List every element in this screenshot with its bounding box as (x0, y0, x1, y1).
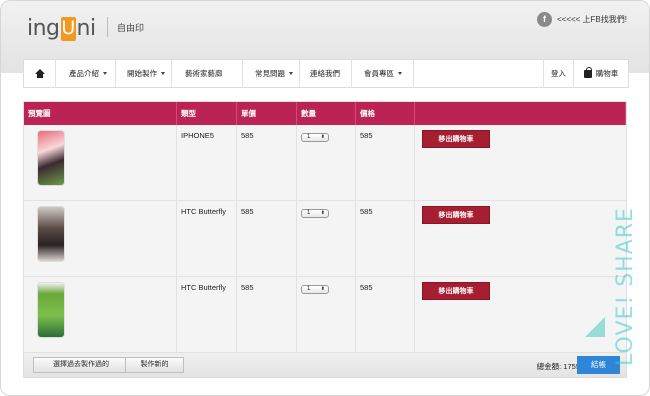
inguni-logo[interactable]: ing Uni (27, 13, 96, 41)
price-cell: 585 (356, 125, 415, 200)
facebook-link[interactable]: f <<<<< 上FB找我們! (536, 12, 627, 27)
cart-table-header: 預覽圖 類型 單價 數量 價格 (24, 102, 626, 125)
case-preview-image[interactable] (37, 282, 65, 338)
nav-login-label[interactable]: 登入 (551, 68, 566, 79)
nav-spacer (414, 59, 544, 88)
nav-products-label[interactable]: 產品介紹 (69, 68, 99, 79)
select-arrows-icon: ⬍ (320, 210, 325, 216)
make-new-button[interactable]: 製作新的 (125, 357, 184, 373)
nav-artist-gallery[interactable]: 藝術家藝廊 (172, 59, 243, 88)
nav-login[interactable]: 登入 (544, 59, 574, 88)
type-cell: HTC Butterfly (177, 201, 237, 276)
type-cell: HTC Butterfly (177, 277, 237, 352)
nav-faq[interactable]: 常見問題 (243, 59, 300, 88)
nav-home[interactable] (24, 59, 56, 88)
header-quantity: 數量 (297, 102, 356, 125)
chevron-down-icon (161, 72, 165, 75)
header-actions (415, 102, 626, 125)
quantity-value[interactable]: 1 (307, 286, 310, 292)
select-previous-button[interactable]: 選擇過去製作過的 (33, 357, 129, 373)
watermark-side-text: LOVE! SHARE (612, 196, 638, 376)
logo-divider (107, 17, 108, 37)
shopping-bag-icon (583, 66, 592, 78)
nav-faq-label[interactable]: 常見問題 (255, 68, 285, 79)
logo-ing: ing (27, 16, 60, 41)
nav-member-label[interactable]: 會員專區 (364, 68, 394, 79)
watermark-triangle (585, 317, 605, 337)
main-navbar: 產品介紹 開始製作 藝術家藝廊 常見問題 連絡我們 會員專區 登入 購物車 (23, 59, 629, 88)
chevron-down-icon (103, 72, 107, 75)
action-cell: 移出購物車 (415, 125, 626, 200)
action-cell: 移出購物車 (415, 277, 626, 352)
remove-from-cart-button[interactable]: 移出購物車 (422, 130, 490, 148)
header-preview: 預覽圖 (24, 102, 177, 125)
select-arrows-icon: ⬍ (320, 134, 325, 140)
logo-u: U (60, 17, 76, 41)
quantity-value[interactable]: 1 (307, 134, 310, 140)
unit-price-cell: 585 (237, 125, 297, 200)
table-row: HTC Butterfly 585 1 ⬍ 585 移出購物車 (24, 201, 626, 277)
nav-member[interactable]: 會員專區 (352, 59, 414, 88)
nav-start-making[interactable]: 開始製作 (116, 59, 172, 88)
preview-cell (24, 277, 177, 352)
price-cell: 585 (356, 201, 415, 276)
quantity-cell: 1 ⬍ (297, 201, 356, 276)
select-arrows-icon: ⬍ (320, 286, 325, 292)
unit-price-cell: 585 (237, 277, 297, 352)
cart-total: 總金額: 1755 (536, 362, 580, 371)
preview-cell (24, 125, 177, 200)
page-frame: ing Uni 自由印 f <<<<< 上FB找我們! 產品介紹 開始製作 藝術家… (0, 0, 650, 396)
table-row: HTC Butterfly 585 1 ⬍ 585 移出購物車 (24, 277, 626, 352)
remove-from-cart-button[interactable]: 移出購物車 (422, 282, 490, 300)
unit-price-cell: 585 (237, 201, 297, 276)
nav-cart-label[interactable]: 購物車 (596, 68, 619, 79)
nav-products[interactable]: 產品介紹 (56, 59, 116, 88)
quantity-value[interactable]: 1 (307, 210, 310, 216)
quantity-cell: 1 ⬍ (297, 277, 356, 352)
chevron-down-icon (398, 72, 402, 75)
case-preview-image[interactable] (37, 130, 65, 186)
nav-artist-gallery-label[interactable]: 藝術家藝廊 (185, 68, 223, 79)
watermark-side-label: LOVE! SHARE (612, 206, 638, 366)
table-row: IPHONE5 585 1 ⬍ 585 移出購物車 (24, 125, 626, 201)
cart-table: 預覽圖 類型 單價 數量 價格 IPHONE5 585 1 ⬍ 585 移出購物車… (23, 101, 627, 353)
header-unit-price: 單價 (237, 102, 297, 125)
logo-ni: ni (76, 16, 97, 41)
facebook-icon[interactable]: f (536, 12, 552, 27)
site-tagline: 自由印 (117, 23, 145, 33)
quantity-cell: 1 ⬍ (297, 125, 356, 200)
action-cell: 移出購物車 (415, 201, 626, 276)
nav-cart[interactable]: 購物車 (574, 59, 628, 88)
case-preview-image[interactable] (37, 206, 65, 262)
nav-start-making-label[interactable]: 開始製作 (127, 68, 157, 79)
facebook-link-label[interactable]: <<<<< 上FB找我們! (557, 14, 627, 25)
remove-from-cart-button[interactable]: 移出購物車 (422, 206, 490, 224)
price-cell: 585 (356, 277, 415, 352)
header-type: 類型 (177, 102, 237, 125)
type-cell: IPHONE5 (177, 125, 237, 200)
nav-contact[interactable]: 連絡我們 (300, 59, 352, 88)
nav-contact-label[interactable]: 連絡我們 (310, 68, 340, 79)
cart-footer: 選擇過去製作過的 製作新的 總金額: 1755 結帳 (23, 353, 627, 378)
quantity-select[interactable]: 1 ⬍ (301, 208, 329, 218)
preview-cell (24, 201, 177, 276)
quantity-select[interactable]: 1 ⬍ (301, 284, 329, 294)
home-icon[interactable] (34, 69, 45, 78)
chevron-down-icon (289, 72, 293, 75)
quantity-select[interactable]: 1 ⬍ (301, 132, 329, 142)
header-price: 價格 (356, 102, 415, 125)
